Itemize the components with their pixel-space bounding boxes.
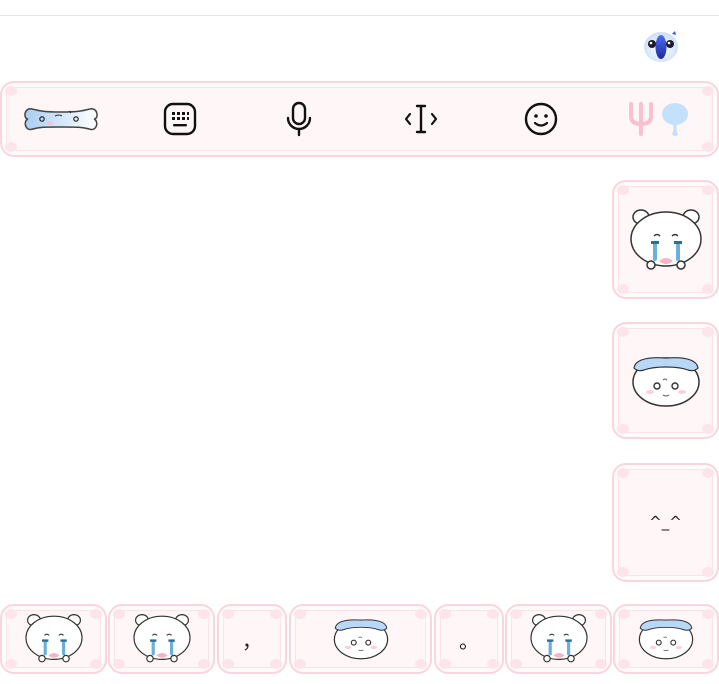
crying-bear-sticker-icon <box>21 609 87 669</box>
crying-bear-sticker-icon <box>526 609 592 669</box>
bird-mascot-icon[interactable] <box>642 28 680 64</box>
comma-key[interactable]: ， <box>217 604 287 674</box>
sticker-key-blue-hat-bear[interactable] <box>289 604 432 674</box>
text-cursor-icon[interactable] <box>402 100 440 138</box>
sticker-key-crying-bear[interactable] <box>0 604 107 674</box>
crying-bear-sticker-icon <box>627 203 705 277</box>
sticker-key-crying-bear[interactable] <box>505 604 612 674</box>
top-divider <box>0 15 719 16</box>
keyboard-screen: ^_^ ， 。 <box>0 0 719 684</box>
sticker-key-blue-hat-bear[interactable] <box>613 604 719 674</box>
bone-sticker-icon[interactable] <box>22 100 100 138</box>
kaomoji-key[interactable]: ^_^ <box>612 463 719 582</box>
emoji-icon[interactable] <box>522 100 560 138</box>
sticker-key-crying-bear[interactable] <box>612 180 719 299</box>
comma-label: ， <box>242 628 262 653</box>
period-key[interactable]: 。 <box>434 604 504 674</box>
period-label: 。 <box>459 628 479 653</box>
blue-hat-bear-sticker-icon <box>636 612 696 666</box>
blue-hat-bear-sticker-icon <box>331 612 391 666</box>
sticker-key-crying-bear[interactable] <box>108 604 215 674</box>
kaomoji-label: ^_^ <box>649 513 682 531</box>
sticker-key-blue-hat-bear[interactable] <box>612 322 719 439</box>
fork-spoon-icon[interactable] <box>624 100 694 138</box>
keyboard-icon[interactable] <box>160 100 200 138</box>
toolbar <box>0 81 719 157</box>
crying-bear-sticker-icon <box>129 609 195 669</box>
blue-hat-bear-sticker-icon <box>630 348 702 414</box>
microphone-icon[interactable] <box>282 100 316 138</box>
